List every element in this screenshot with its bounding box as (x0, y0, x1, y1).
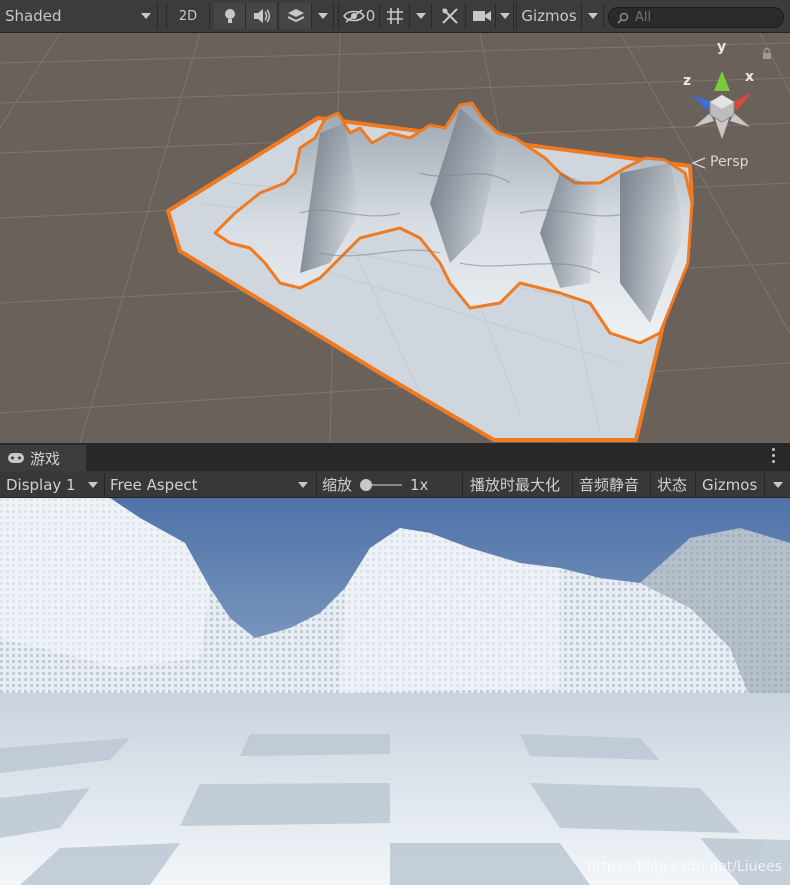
grid-dropdown[interactable] (410, 3, 432, 29)
chevron-down-icon (415, 13, 426, 19)
game-gizmos-label: Gizmos (702, 475, 758, 494)
grid-icon (386, 8, 403, 24)
effects-dropdown[interactable] (312, 3, 334, 29)
scale-value: 1x (410, 471, 428, 498)
gizmos-dropdown[interactable] (582, 3, 604, 29)
axis-x-cone (734, 93, 752, 111)
scene-visibility-toggle[interactable]: 0 (338, 3, 380, 29)
chevron-down-icon (499, 13, 510, 19)
chevron-down-icon (141, 13, 151, 19)
gamepad-icon (8, 453, 24, 463)
scale-label: 缩放 (322, 471, 352, 498)
eye-hidden-icon (342, 9, 365, 23)
more-options-icon[interactable] (772, 448, 776, 463)
maximize-on-play-label: 播放时最大化 (470, 476, 561, 494)
grid-toggle[interactable] (380, 3, 410, 29)
scale-label-text: 缩放 (322, 476, 353, 494)
camera-settings-button[interactable] (468, 3, 496, 29)
maximize-on-play-toggle[interactable]: 播放时最大化 (470, 471, 560, 498)
lighting-toggle[interactable] (214, 3, 246, 29)
lightbulb-icon (224, 9, 235, 23)
game-gizmos-dropdown[interactable] (770, 471, 786, 498)
scale-value-text: 1x (410, 475, 429, 494)
axis-y-label: y (717, 39, 727, 55)
game-gizmos-button[interactable]: Gizmos (702, 471, 757, 498)
mode-2d-button[interactable]: 2D (166, 3, 210, 29)
stats-toggle[interactable]: 状态 (657, 471, 687, 498)
camera-dropdown[interactable] (496, 3, 514, 29)
scene-viewport-graphic (0, 33, 790, 443)
gizmos-label: Gizmos (521, 7, 577, 25)
axis-y-cone (714, 71, 730, 91)
layers-icon (287, 9, 304, 23)
chevron-down-icon (587, 13, 598, 19)
mute-audio-toggle[interactable]: 音频静音 (579, 471, 639, 498)
scale-slider[interactable] (360, 471, 402, 498)
projection-label[interactable]: Persp (710, 154, 749, 170)
gizmos-button[interactable]: Gizmos (516, 3, 582, 29)
tab-game-label: 游戏 (30, 449, 61, 468)
audio-toggle[interactable] (246, 3, 278, 29)
tools-toggle[interactable] (434, 3, 466, 29)
stats-label: 状态 (657, 476, 688, 494)
lock-icon (763, 47, 771, 59)
shading-mode-label: Shaded (5, 7, 62, 25)
scene-search-field[interactable] (608, 7, 784, 28)
tools-icon (441, 8, 458, 24)
axis-z-cone (692, 95, 710, 111)
watermark-text: https://blog.csdn.net/Liuees (587, 859, 782, 875)
game-viewport-graphic (0, 498, 790, 885)
scene-view[interactable]: y x z Persp (0, 33, 790, 443)
chevron-down-icon (773, 481, 783, 488)
axis-z-label: z (683, 73, 692, 89)
chevron-down-icon (88, 481, 98, 488)
mode-2d-label: 2D (178, 8, 198, 24)
camera-icon (472, 11, 491, 21)
display-dropdown[interactable]: Display 1 (6, 471, 104, 498)
chevron-down-icon (317, 13, 328, 19)
scene-toolbar: Shaded 2D 0 Gizmos (0, 0, 790, 33)
tab-game[interactable]: 游戏 (0, 445, 86, 471)
chevron-down-icon (298, 481, 308, 488)
mute-audio-label: 音频静音 (579, 476, 640, 494)
scale-slider-thumb[interactable] (360, 478, 372, 491)
game-tab-strip: 游戏 (0, 443, 790, 471)
search-icon (617, 12, 629, 24)
scene-search-input[interactable] (635, 10, 775, 25)
hidden-count: 0 (365, 7, 376, 25)
persp-arrow-icon (691, 157, 706, 169)
axis-x-label: x (745, 69, 755, 85)
shading-mode-dropdown[interactable]: Shaded (0, 3, 158, 29)
display-label: Display 1 (6, 475, 76, 494)
game-toolbar: Display 1 Free Aspect 缩放 1x 播放时最大化 音频静音 … (0, 471, 790, 498)
aspect-dropdown[interactable]: Free Aspect (110, 471, 314, 498)
game-view[interactable]: https://blog.csdn.net/Liuees (0, 498, 790, 885)
aspect-label: Free Aspect (110, 475, 198, 494)
speaker-icon (253, 9, 270, 23)
effects-toggle[interactable] (280, 3, 312, 29)
